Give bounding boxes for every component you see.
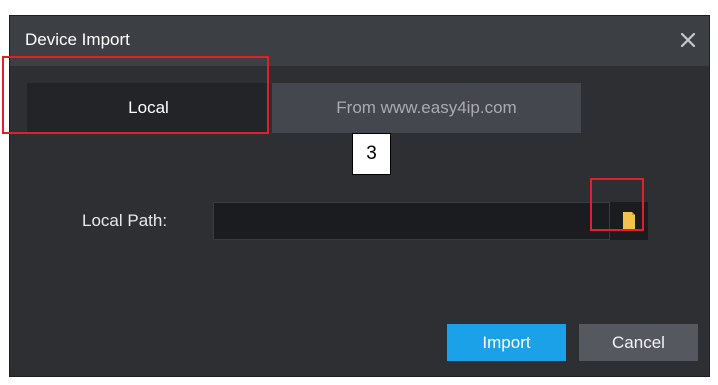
folder-icon [623, 212, 635, 230]
import-button[interactable]: Import [447, 324, 566, 361]
step-number-badge: 3 [352, 133, 391, 175]
browse-folder-button[interactable] [610, 202, 648, 240]
tab-local[interactable]: Local [27, 83, 270, 133]
device-import-dialog: Device Import Local From www.easy4ip.com… [9, 15, 710, 377]
tab-from-easy4ip-label: From www.easy4ip.com [336, 98, 517, 117]
local-path-label: Local Path: [82, 211, 168, 230]
local-path-input[interactable] [213, 202, 610, 240]
cancel-button[interactable]: Cancel [579, 324, 698, 361]
dialog-title: Device Import [25, 30, 130, 49]
tab-from-easy4ip[interactable]: From www.easy4ip.com [272, 83, 581, 133]
tab-local-label: Local [128, 98, 169, 117]
close-icon[interactable] [675, 27, 701, 53]
dialog-titlebar: Device Import [10, 16, 709, 66]
